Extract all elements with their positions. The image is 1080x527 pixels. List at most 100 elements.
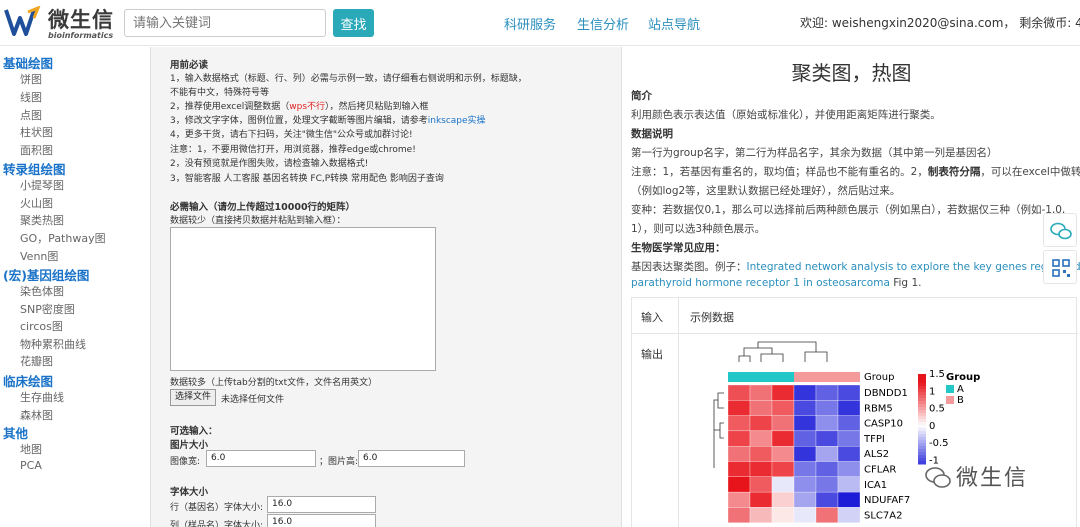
link-human-service[interactable]: 人工客服	[224, 174, 260, 184]
group-annotation-cell	[816, 372, 838, 382]
sidebar-item-volcano[interactable]: 火山图	[20, 195, 53, 211]
sidebar-group-clinical[interactable]: 临床绘图	[3, 371, 53, 390]
heatmap-cell	[815, 446, 839, 462]
site-logo[interactable]: 微生信 bioinformatics	[4, 4, 114, 42]
top-header: 微生信 bioinformatics 查找 科研服务 生信分析 站点导航 欢迎:…	[0, 0, 1080, 46]
paper-link[interactable]: Integrated network analysis to explore t…	[747, 261, 1080, 273]
link-impact-factor[interactable]: 影响因子查询	[390, 174, 444, 184]
color-scale-segment	[918, 386, 926, 390]
choose-file-button[interactable]: 选择文件	[170, 389, 216, 406]
sidebar-item-area[interactable]: 面积图	[20, 142, 53, 158]
heatmap-cell	[771, 430, 795, 447]
paper-link-2[interactable]: parathyroid hormone receptor 1 in osteos…	[631, 277, 890, 289]
sidebar-item-pca[interactable]: PCA	[20, 459, 42, 472]
instruction-2a: 2，推荐使用excel调整数据（	[170, 102, 290, 112]
color-scale-segment	[918, 383, 926, 387]
data-textarea[interactable]	[170, 227, 436, 371]
link-color-palette[interactable]: 常用配色	[351, 174, 387, 184]
watermark: 微生信	[922, 460, 1052, 500]
color-scale-segment	[918, 425, 926, 429]
inkscape-link[interactable]: inkscape实操	[428, 116, 486, 126]
sidebar-item-go-pathway[interactable]: GO，Pathway图	[20, 230, 106, 246]
nav-bioinfo-analysis[interactable]: 生信分析	[577, 14, 629, 33]
heatmap-cell	[837, 476, 861, 493]
sidebar-item-survival[interactable]: 生存曲线	[20, 389, 64, 405]
sidebar-item-line[interactable]: 线图	[20, 89, 42, 105]
heatmap-cell	[815, 415, 839, 432]
search-button[interactable]: 查找	[333, 9, 374, 37]
color-scale-segment	[918, 416, 926, 420]
sidebar-group-other[interactable]: 其他	[3, 423, 28, 442]
sidebar-item-pie[interactable]: 饼图	[20, 71, 42, 87]
sidebar-item-map[interactable]: 地图	[20, 441, 42, 457]
sidebar-group-genome[interactable]: (宏)基因组绘图	[3, 265, 89, 284]
col-font-input[interactable]: 16.0	[267, 514, 376, 527]
logo-w-icon	[4, 6, 41, 36]
color-scale-segment	[918, 437, 926, 441]
sidebar-group-transcriptome[interactable]: 转录组绘图	[3, 159, 66, 178]
wechat-float-button[interactable]	[1043, 213, 1077, 247]
sidebar-item-bar[interactable]: 柱状图	[20, 124, 53, 140]
link-fc-p-convert[interactable]: FC,P转换	[310, 174, 348, 184]
sidebar-item-snp-density[interactable]: SNP密度图	[20, 301, 75, 317]
example-data-link[interactable]: 示例数据	[690, 309, 734, 325]
sidebar-item-dot[interactable]: 点图	[20, 107, 42, 123]
gene-label: DBNDD1	[864, 388, 908, 399]
sidebar-item-violin[interactable]: 小提琴图	[20, 177, 64, 193]
sidebar-item-circos[interactable]: circos图	[20, 318, 63, 334]
color-scale-segment	[918, 440, 926, 444]
gene-label: ALS2	[864, 449, 889, 460]
large-data-label: 数据较多（上传tab分割的txt文件，文件名用英文）	[170, 378, 378, 388]
heatmap-cell	[837, 430, 861, 447]
qrcode-float-button[interactable]	[1043, 250, 1077, 284]
image-width-input[interactable]: 6.0	[206, 450, 316, 467]
heatmap-cell	[837, 384, 861, 401]
link-smart-service[interactable]: 智能客服	[185, 174, 221, 184]
sidebar-item-chromosome[interactable]: 染色体图	[20, 283, 64, 299]
small-data-label: 数据较少（直接拷贝数据并粘贴到输入框）：	[170, 216, 346, 226]
heatmap-cell	[837, 400, 861, 416]
group-annotation-cell	[728, 372, 750, 382]
heatmap-cell	[793, 461, 817, 477]
note-browser: 注意：1，不要用微信打开，用浏览器，推荐edge或chrome!	[170, 145, 416, 155]
color-scale-segment	[918, 410, 926, 414]
sidebar-item-heatmap[interactable]: 聚类热图	[20, 212, 64, 228]
sidebar-group-basic[interactable]: 基础绘图	[3, 53, 53, 72]
sidebar-item-venn[interactable]: Venn图	[20, 248, 58, 264]
image-height-input[interactable]: 6.0	[358, 450, 465, 467]
instruction-4: 4，更多干货，请右下扫码，关注"微生信"公众号或加群讨论!	[170, 130, 413, 140]
group-legend-swatch	[946, 385, 954, 393]
heatmap-cell	[749, 400, 773, 416]
heatmap-cell	[749, 384, 773, 401]
group-legend-label: B	[957, 395, 964, 406]
group-legend-label: A	[957, 384, 964, 395]
row-font-input[interactable]: 16.0	[267, 496, 376, 513]
gene-label: NDUFAF7	[864, 495, 910, 506]
sidebar-item-species-curve[interactable]: 物种累积曲线	[20, 336, 86, 352]
color-scale-segment	[918, 392, 926, 396]
sidebar-item-petal[interactable]: 花瓣图	[20, 353, 53, 369]
group-annotation-label: Group	[864, 372, 894, 383]
group-annotation-cell	[772, 372, 794, 382]
nav-research-services[interactable]: 科研服务	[504, 14, 556, 33]
heatmap-cell	[727, 507, 751, 523]
application-heading: 生物医学常见应用：	[631, 242, 726, 254]
group-legend-swatch	[946, 396, 954, 404]
heatmap-cell	[727, 415, 751, 432]
instruction-3a: 3，修改文字字体，图例位置，处理文字截断等图片编辑，请参考	[170, 116, 428, 126]
heatmap-cell	[837, 507, 861, 523]
heatmap-cell	[727, 400, 751, 416]
instructions-title: 用前必读	[170, 60, 209, 71]
color-scale-segment	[918, 443, 926, 447]
heatmap-cell	[749, 507, 773, 523]
sidebar-item-forest[interactable]: 森林图	[20, 407, 53, 423]
link-gene-convert[interactable]: 基因名转换	[263, 174, 308, 184]
search-input[interactable]	[124, 9, 326, 37]
nav-site-navigation[interactable]: 站点导航	[648, 14, 700, 33]
gene-label: CASP10	[864, 419, 903, 430]
heatmap-cell	[727, 461, 751, 477]
gene-label: TFPI	[863, 434, 885, 445]
watermark-text: 微生信	[956, 466, 1029, 491]
heatmap-cell	[749, 461, 773, 477]
help-links-prefix: 3，	[170, 174, 185, 184]
